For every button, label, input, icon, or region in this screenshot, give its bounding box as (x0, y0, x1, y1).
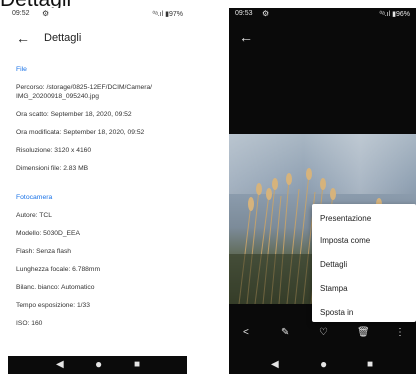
back-arrow-icon[interactable]: ← (239, 29, 253, 45)
nav-recents-icon[interactable]: ■ (367, 359, 373, 370)
nav-home-icon[interactable]: ● (95, 357, 102, 371)
back-arrow-icon[interactable]: ← (16, 30, 30, 46)
status-time: 09:53 (235, 10, 253, 17)
more-options-icon[interactable]: ⋮ (395, 327, 405, 338)
section-camera: Fotocamera (16, 194, 53, 201)
nav-back-icon[interactable]: ◀ (271, 359, 279, 370)
white-balance-row: Bilanc. bianco: Automatico (16, 284, 95, 291)
status-bar: 09:52 ⚙ ⁰ᵃ.ıl ▮97% (8, 8, 187, 20)
flash-row: Flash: Senza flash (16, 248, 72, 255)
menu-item-imposta-come[interactable]: Imposta come (320, 236, 370, 245)
share-icon[interactable]: < (243, 327, 249, 338)
capture-time-row: Ora scatto: September 18, 2020, 09:52 (16, 111, 132, 118)
details-list: File Percorso: /storage/0825-12EF/DCIM/C… (16, 62, 181, 337)
exposure-time-row: Tempo esposizione: 1/33 (16, 302, 90, 309)
viewer-toolbar: < ✎ ♡ 🗑 ⋮ (229, 322, 416, 348)
menu-item-stampa[interactable]: Stampa (320, 284, 348, 293)
delete-icon[interactable]: 🗑 (357, 327, 370, 338)
focal-length-row: Lunghezza focale: 6.788mm (16, 266, 101, 273)
file-size-row: Dimensioni file: 2.83 MB (16, 165, 89, 172)
status-bar: 09:53 ⚙ ⁰ᵃ.ıl ▮96% (229, 8, 416, 20)
photo-viewer-screen: 09:53 ⚙ ⁰ᵃ.ıl ▮96% ← Presentazione Impos… (229, 8, 416, 374)
nav-home-icon[interactable]: ● (320, 357, 327, 371)
settings-gear-icon: ⚙ (42, 9, 50, 18)
nav-back-icon[interactable]: ◀ (56, 359, 64, 370)
status-time: 09:52 (12, 10, 30, 17)
status-indicators: ⁰ᵃ.ıl ▮96% (379, 11, 410, 18)
model-row: Modello: 5030D_EEA (16, 230, 80, 237)
navigation-bar: ◀ ● ■ (8, 356, 187, 374)
modified-time-row: Ora modificata: September 18, 2020, 09:5… (16, 129, 145, 136)
details-title: Dettagli (44, 32, 82, 44)
section-file: File (16, 66, 27, 73)
edit-icon[interactable]: ✎ (281, 327, 289, 338)
details-screen: 09:52 ⚙ ⁰ᵃ.ıl ▮97% ← Dettagli File Perco… (8, 8, 187, 374)
navigation-bar: ◀ ● ■ (229, 356, 416, 374)
overflow-menu: Presentazione Imposta come Dettagli Stam… (312, 204, 416, 322)
iso-row: ISO: 160 (16, 320, 43, 327)
settings-gear-icon: ⚙ (262, 9, 270, 18)
nav-recents-icon[interactable]: ■ (134, 359, 140, 370)
favorite-icon[interactable]: ♡ (319, 327, 328, 338)
author-row: Autore: TCL (16, 212, 52, 219)
resolution-row: Risoluzione: 3120 x 4160 (16, 147, 92, 154)
menu-item-dettagli[interactable]: Dettagli (320, 260, 347, 269)
path-row: Percorso: /storage/0825-12EF/DCIM/Camera… (16, 84, 153, 100)
menu-item-sposta-in[interactable]: Sposta in (320, 308, 353, 317)
menu-item-presentazione[interactable]: Presentazione (320, 214, 371, 223)
status-indicators: ⁰ᵃ.ıl ▮97% (152, 11, 183, 18)
app-bar: ← Dettagli (8, 22, 187, 56)
